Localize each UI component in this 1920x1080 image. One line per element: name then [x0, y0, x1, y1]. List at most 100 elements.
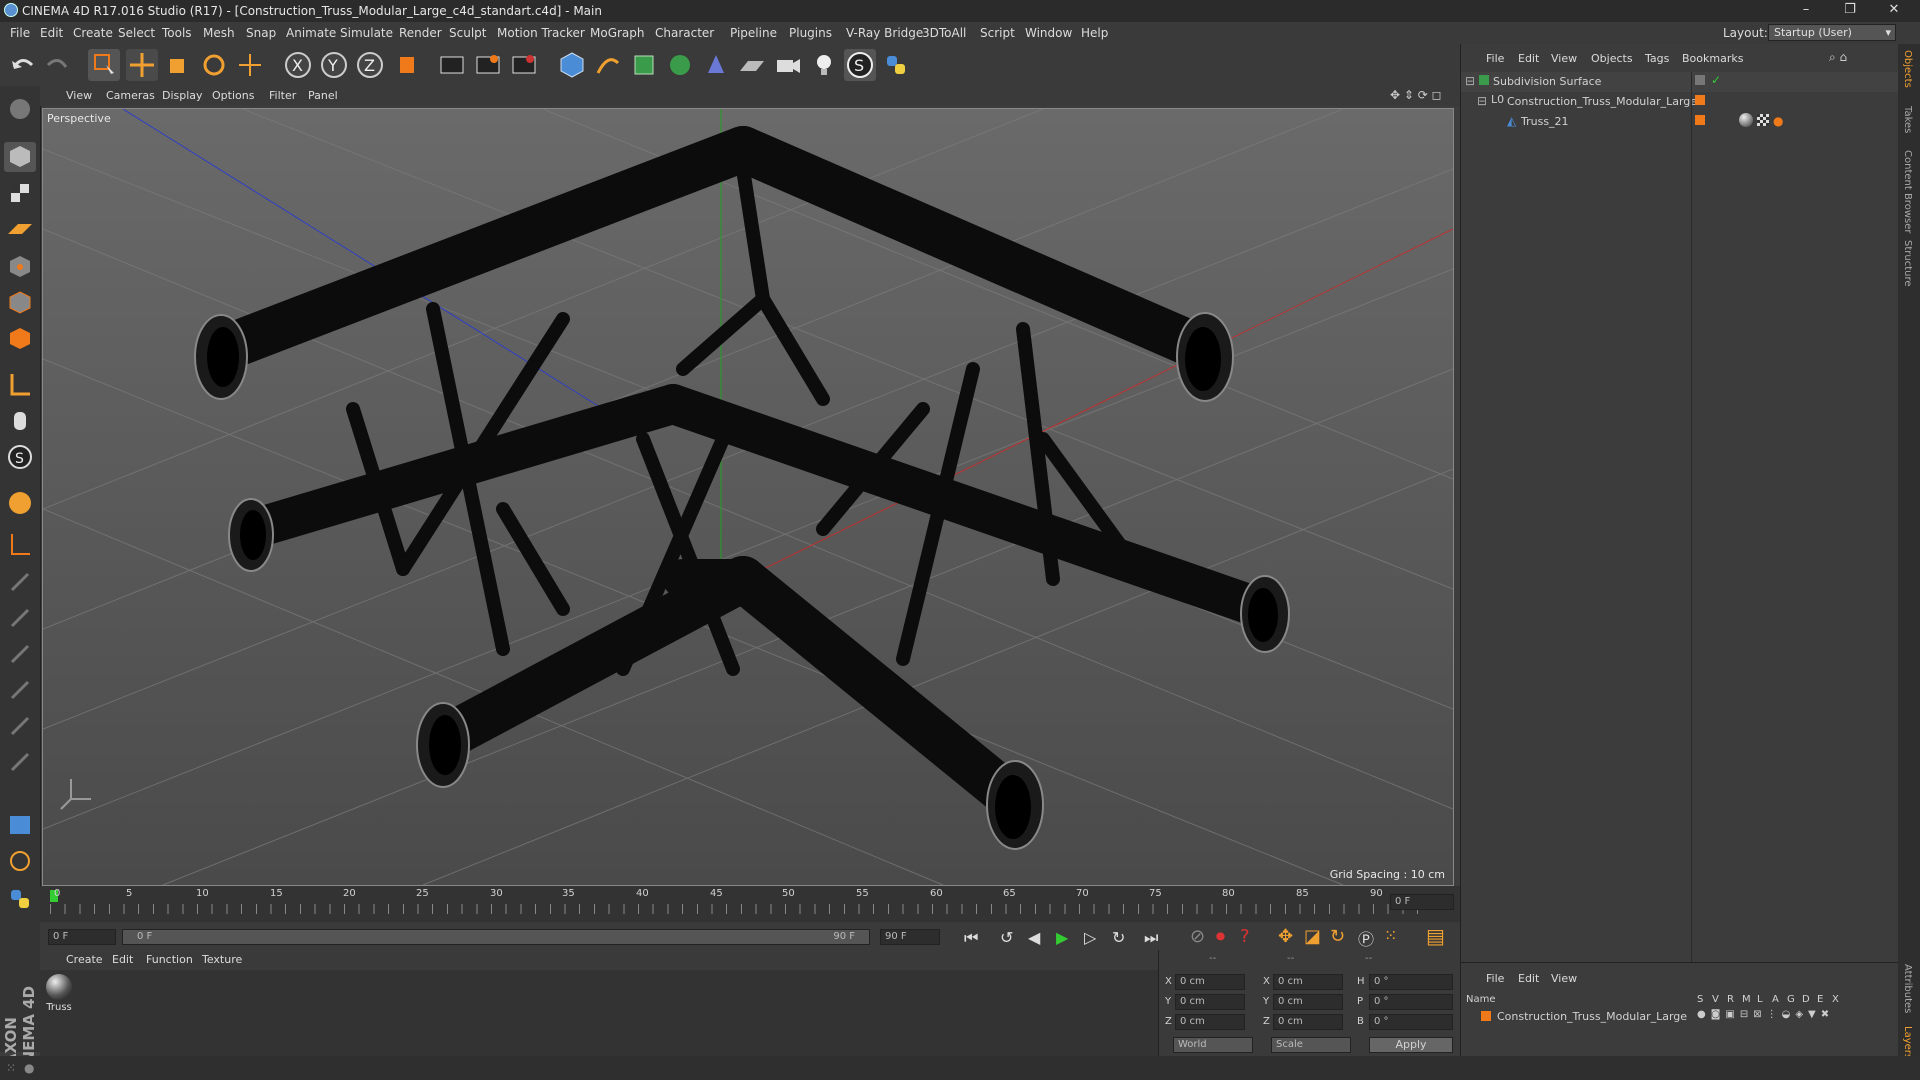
- light-icon[interactable]: [808, 49, 840, 81]
- record-icon[interactable]: ⏺: [1216, 926, 1225, 947]
- edges-mode-icon[interactable]: [4, 288, 36, 318]
- x-axis-icon[interactable]: X: [282, 49, 314, 81]
- model-mode-icon[interactable]: [4, 142, 36, 172]
- camera-icon[interactable]: [772, 49, 804, 81]
- tab-attributes[interactable]: Attributes: [1902, 964, 1913, 1013]
- pos-z-field[interactable]: 0 cm: [1175, 1014, 1245, 1030]
- pos-x-field[interactable]: 0 cm: [1175, 974, 1245, 990]
- tweak-mode-icon[interactable]: [4, 406, 36, 436]
- close-icon[interactable]: ✕: [1874, 2, 1914, 20]
- go-to-end-icon[interactable]: ⏭: [1144, 928, 1158, 948]
- key-scale-icon[interactable]: ◪: [1304, 926, 1321, 947]
- play-icon[interactable]: ▶: [1056, 928, 1068, 947]
- menu-sculpt[interactable]: Sculpt: [449, 26, 486, 40]
- menu-create[interactable]: Create: [73, 26, 113, 40]
- python-icon[interactable]: [880, 49, 912, 81]
- menu-help[interactable]: Help: [1081, 26, 1108, 40]
- vray-icon[interactable]: S: [844, 49, 876, 81]
- size-z-field[interactable]: 0 cm: [1273, 1014, 1343, 1030]
- render-settings-icon[interactable]: [508, 49, 540, 81]
- obj-menu-view[interactable]: View: [1551, 52, 1577, 65]
- world-select[interactable]: World: [1173, 1037, 1253, 1053]
- end-frame-field[interactable]: 90 F: [880, 929, 940, 945]
- vp-menu-cameras[interactable]: Cameras: [106, 89, 155, 102]
- workplane-mode-icon[interactable]: [4, 214, 36, 244]
- phong-tag-icon[interactable]: ●: [1773, 114, 1783, 128]
- tab-layers[interactable]: Layers: [1902, 1026, 1913, 1059]
- layer-menu-file[interactable]: File: [1486, 972, 1504, 985]
- menu-script[interactable]: Script: [980, 26, 1015, 40]
- vp-menu-display[interactable]: Display: [162, 89, 203, 102]
- prev-frame-icon[interactable]: ◀: [1028, 928, 1040, 947]
- rot-p-field[interactable]: 0 °: [1369, 994, 1453, 1010]
- snapping-icon[interactable]: S: [4, 442, 36, 472]
- key-param-icon[interactable]: Ⓟ: [1358, 926, 1374, 950]
- next-key-icon[interactable]: ↻: [1112, 928, 1125, 947]
- layer-swatch[interactable]: [1695, 115, 1705, 125]
- polygons-mode-icon[interactable]: [4, 324, 36, 354]
- rot-b-field[interactable]: 0 °: [1369, 1014, 1453, 1030]
- obj-menu-file[interactable]: File: [1486, 52, 1504, 65]
- scale-select[interactable]: Scale: [1271, 1037, 1351, 1053]
- mat-menu-create[interactable]: Create: [66, 953, 103, 966]
- transform-icon[interactable]: [234, 49, 266, 81]
- key-grid-icon[interactable]: ⁙: [1384, 926, 1397, 945]
- rot-h-field[interactable]: 0 °: [1369, 974, 1453, 990]
- tab-structure[interactable]: Structure: [1902, 240, 1913, 287]
- subdivision-icon[interactable]: [628, 49, 660, 81]
- material-tag-icon[interactable]: [1739, 113, 1753, 127]
- apply-button[interactable]: Apply: [1369, 1037, 1453, 1053]
- minimize-icon[interactable]: –: [1786, 2, 1826, 20]
- deformer-icon[interactable]: [700, 49, 732, 81]
- spiral-icon[interactable]: [4, 846, 36, 876]
- current-frame-field[interactable]: 0 F: [1390, 894, 1454, 910]
- menu-animate[interactable]: Animate: [286, 26, 336, 40]
- restore-icon[interactable]: ❐: [1830, 2, 1870, 20]
- prev-key-icon[interactable]: ↺: [1000, 928, 1013, 947]
- pen-spline-icon[interactable]: [592, 49, 624, 81]
- menu-mograph[interactable]: MoGraph: [590, 26, 645, 40]
- workplane-icon[interactable]: [4, 530, 36, 560]
- tab-content-browser[interactable]: Content Browser: [1902, 150, 1913, 233]
- layer-swatch[interactable]: [1695, 75, 1705, 85]
- points-mode-icon[interactable]: [4, 252, 36, 282]
- cube-icon[interactable]: [556, 49, 588, 81]
- vp-menu-options[interactable]: Options: [212, 89, 254, 102]
- viewport-nav-icon[interactable]: ✥ ⇕ ⟳ ◻: [1390, 88, 1442, 102]
- menu-pipeline[interactable]: Pipeline: [730, 26, 777, 40]
- keyframe-icon[interactable]: ⊘: [1190, 926, 1205, 947]
- next-frame-icon[interactable]: ▷: [1084, 928, 1096, 947]
- tab-takes[interactable]: Takes: [1902, 106, 1913, 133]
- menu-vray-bridge[interactable]: V-Ray Bridge: [846, 26, 923, 40]
- menu-select[interactable]: Select: [118, 26, 155, 40]
- object-row[interactable]: ◭ Truss_21 ●: [1461, 112, 1899, 132]
- collapse-icon[interactable]: ⊟: [1465, 74, 1475, 88]
- menu-window[interactable]: Window: [1025, 26, 1072, 40]
- menu-file[interactable]: File: [10, 26, 30, 40]
- size-x-field[interactable]: 0 cm: [1273, 974, 1343, 990]
- enabled-check-icon[interactable]: ✓: [1711, 73, 1721, 87]
- viewport-perspective[interactable]: Perspective Grid Spacing : 10 cm: [42, 108, 1454, 886]
- redo-icon[interactable]: [42, 49, 74, 81]
- search-icon[interactable]: ⌕ ⌂: [1829, 50, 1847, 65]
- y-axis-icon[interactable]: Y: [318, 49, 350, 81]
- undo-icon[interactable]: [6, 49, 38, 81]
- menu-plugins[interactable]: Plugins: [789, 26, 832, 40]
- menu-simulate[interactable]: Simulate: [340, 26, 393, 40]
- layout-select[interactable]: Startup (User) ▾: [1768, 24, 1896, 41]
- timeline-layout-icon[interactable]: ▤: [1426, 924, 1445, 948]
- texture-tag-icon[interactable]: [1757, 114, 1769, 126]
- material-swatch[interactable]: Truss: [44, 972, 74, 1018]
- obj-menu-objects[interactable]: Objects: [1591, 52, 1633, 65]
- python-console-icon[interactable]: [4, 884, 36, 914]
- layer-toggle-icons[interactable]: ●◙▣⊟⊠⋮◒◈▼✖: [1697, 1009, 1834, 1020]
- tab-objects[interactable]: Objects: [1902, 50, 1913, 88]
- cloner-icon[interactable]: [664, 49, 696, 81]
- magnet-icon[interactable]: [4, 488, 36, 518]
- menu-motion-tracker[interactable]: Motion Tracker: [497, 26, 585, 40]
- menu-mesh[interactable]: Mesh: [203, 26, 235, 40]
- collapse-icon[interactable]: ⊟: [1477, 94, 1487, 108]
- layer-row[interactable]: Construction_Truss_Modular_Large ●◙▣⊟⊠⋮◒…: [1461, 1008, 1899, 1026]
- go-to-start-icon[interactable]: ⏮: [964, 928, 978, 948]
- vp-menu-filter[interactable]: Filter: [269, 89, 296, 102]
